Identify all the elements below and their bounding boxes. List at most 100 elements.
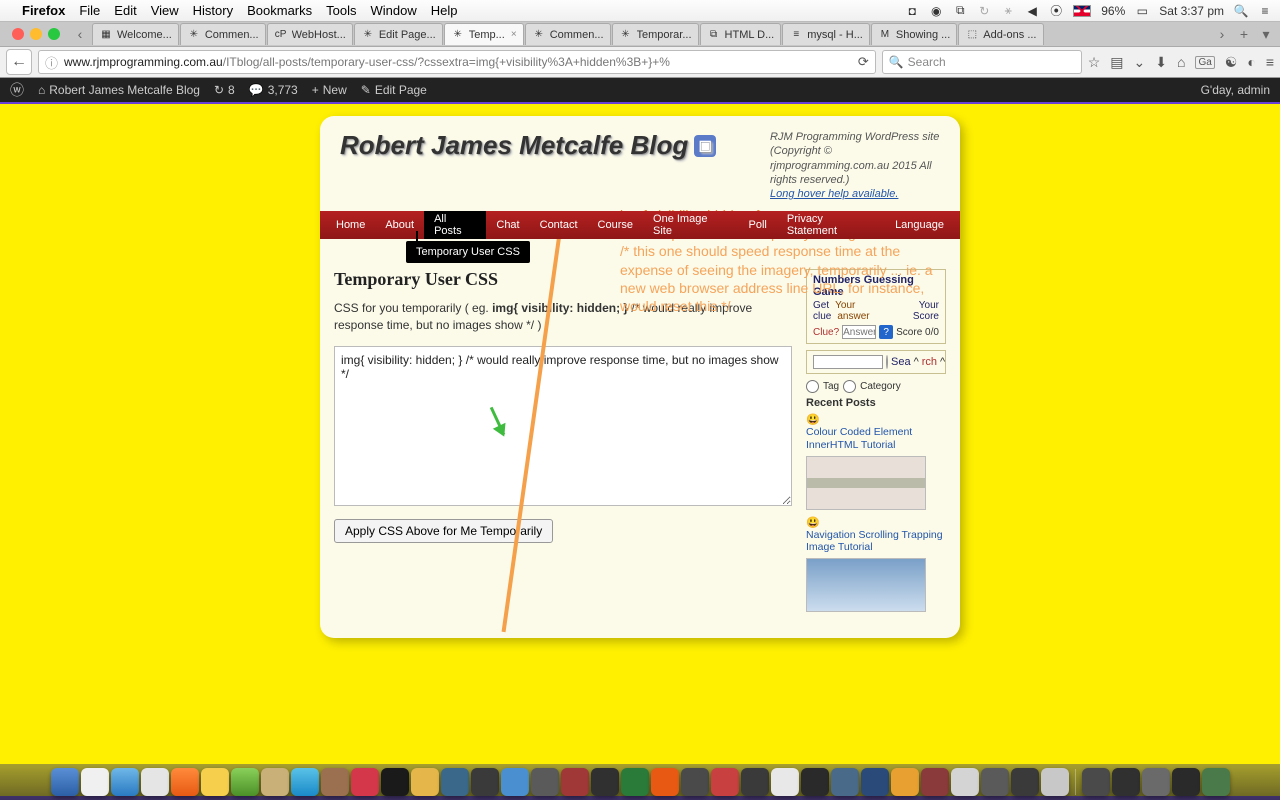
dock-app-icon[interactable] <box>441 768 469 796</box>
dock-app-icon[interactable] <box>801 768 829 796</box>
zoom-window-button[interactable] <box>48 28 60 40</box>
dock-app-icon[interactable] <box>561 768 589 796</box>
menu-edit[interactable]: Edit <box>114 3 136 18</box>
nav-item[interactable]: Home <box>326 211 375 239</box>
dock-app-icon[interactable] <box>171 768 199 796</box>
back-button[interactable]: ← <box>6 49 32 75</box>
tabs-scroll-right[interactable]: › <box>1212 24 1232 44</box>
status-icon[interactable]: ◘ <box>905 4 919 18</box>
dock-app-icon[interactable] <box>681 768 709 796</box>
dock-app-icon[interactable] <box>411 768 439 796</box>
dock-app-icon[interactable] <box>1011 768 1039 796</box>
post-thumbnail[interactable] <box>806 456 926 510</box>
nav-item[interactable]: Course <box>588 211 643 239</box>
all-tabs-button[interactable]: ▾ <box>1256 24 1276 44</box>
dock-app-icon[interactable] <box>231 768 259 796</box>
search-bar[interactable]: 🔍 Search <box>882 50 1082 74</box>
dock-app-icon[interactable] <box>651 768 679 796</box>
hover-help-link[interactable]: Long hover help available. <box>770 188 898 200</box>
dock-app-icon[interactable] <box>351 768 379 796</box>
volume-icon[interactable]: ◀ <box>1025 4 1039 18</box>
wp-comments[interactable]: 💬3,773 <box>249 83 298 97</box>
dock-app-icon[interactable] <box>111 768 139 796</box>
browser-tab[interactable]: ▦Welcome... <box>92 23 179 45</box>
dock-app-icon[interactable] <box>591 768 619 796</box>
menu-window[interactable]: Window <box>371 3 417 18</box>
dock-app-icon[interactable] <box>51 768 79 796</box>
dock-folder-icon[interactable] <box>1082 768 1110 796</box>
dock-folder-icon[interactable] <box>1112 768 1140 796</box>
site-info-icon[interactable]: ⓘ <box>45 53 58 72</box>
browser-tab[interactable]: ✳Temp...× <box>444 23 524 45</box>
wp-edit[interactable]: ✎Edit Page <box>361 83 427 97</box>
home-icon[interactable]: ⌂ <box>1177 54 1185 70</box>
dock-app-icon[interactable] <box>201 768 229 796</box>
dock-app-icon[interactable] <box>261 768 289 796</box>
menu-history[interactable]: History <box>193 3 233 18</box>
search-go-button[interactable] <box>886 355 888 369</box>
nav-item[interactable]: All Posts <box>424 211 486 239</box>
radio-category[interactable] <box>843 380 856 393</box>
radio-tag[interactable] <box>806 380 819 393</box>
dock-app-icon[interactable] <box>291 768 319 796</box>
wifi-icon[interactable]: ⦿ <box>1049 4 1063 18</box>
dock-app-icon[interactable] <box>1041 768 1069 796</box>
timemachine-icon[interactable]: ↻ <box>977 4 991 18</box>
url-bar[interactable]: ⓘ www.rjmprogramming.com.au/ITblog/all-p… <box>38 50 876 74</box>
nav-item[interactable]: Contact <box>530 211 588 239</box>
dock-app-icon[interactable] <box>81 768 109 796</box>
nav-item[interactable]: Poll <box>739 211 777 239</box>
close-tab-icon[interactable]: × <box>511 29 517 40</box>
dock-app-icon[interactable] <box>921 768 949 796</box>
wp-logo-icon[interactable]: ⓦ <box>10 80 24 100</box>
dock-app-icon[interactable] <box>501 768 529 796</box>
sidebar-search-input[interactable] <box>813 355 883 369</box>
browser-tab[interactable]: ≡mysql - H... <box>782 23 870 45</box>
dock-app-icon[interactable] <box>771 768 799 796</box>
flag-icon[interactable] <box>1073 5 1091 17</box>
css-textarea[interactable] <box>334 346 792 506</box>
browser-tab[interactable]: cPWebHost... <box>267 23 353 45</box>
clock[interactable]: Sat 3:37 pm <box>1159 4 1224 18</box>
dock-app-icon[interactable] <box>321 768 349 796</box>
translate-button[interactable]: Ga <box>1195 56 1214 69</box>
answer-input[interactable] <box>842 325 876 339</box>
bookmark-star-icon[interactable]: ☆ <box>1088 54 1101 71</box>
dock-app-icon[interactable] <box>621 768 649 796</box>
dock-app-icon[interactable] <box>531 768 559 796</box>
dock-app-icon[interactable] <box>981 768 1009 796</box>
new-tab-button[interactable]: + <box>1234 24 1254 44</box>
dock-app-icon[interactable] <box>831 768 859 796</box>
menu-view[interactable]: View <box>151 3 179 18</box>
dock-folder-icon[interactable] <box>1142 768 1170 796</box>
wp-greeting[interactable]: G'day, admin <box>1201 83 1270 97</box>
dock-app-icon[interactable] <box>381 768 409 796</box>
post-thumbnail[interactable] <box>806 558 926 612</box>
nav-item[interactable]: Language <box>885 211 954 239</box>
browser-tab[interactable]: ✳Edit Page... <box>354 23 443 45</box>
downloads-icon[interactable]: ⬇ <box>1155 54 1167 71</box>
nav-item[interactable]: One Image Site <box>643 211 739 239</box>
recent-post-link[interactable]: Navigation Scrolling Trapping Image Tuto… <box>806 529 946 554</box>
close-window-button[interactable] <box>12 28 24 40</box>
dock-app-icon[interactable] <box>861 768 889 796</box>
dock-folder-icon[interactable] <box>1172 768 1200 796</box>
hamburger-menu-icon[interactable]: ≡ <box>1266 54 1274 70</box>
status-icon[interactable]: ◉ <box>929 4 943 18</box>
browser-tab[interactable]: ✳Commen... <box>525 23 611 45</box>
recent-post-link[interactable]: Colour Coded Element InnerHTML Tutorial <box>806 426 946 451</box>
wp-new[interactable]: +New <box>312 83 347 97</box>
minimise-window-button[interactable] <box>30 28 42 40</box>
blog-title[interactable]: Robert James Metcalfe Blog ▣ <box>340 130 716 161</box>
dock-trash-icon[interactable] <box>1202 768 1230 796</box>
menu-file[interactable]: File <box>79 3 100 18</box>
menu-bookmarks[interactable]: Bookmarks <box>247 3 312 18</box>
app-name[interactable]: Firefox <box>22 3 65 18</box>
menu-help[interactable]: Help <box>431 3 458 18</box>
pocket-icon[interactable]: ⌄ <box>1134 54 1146 71</box>
browser-tab[interactable]: ⧉HTML D... <box>700 23 782 45</box>
nav-item[interactable]: Privacy Statement <box>777 211 885 239</box>
dock-app-icon[interactable] <box>471 768 499 796</box>
wp-updates[interactable]: ↻8 <box>214 83 235 97</box>
reader-icon[interactable]: ▤ <box>1110 54 1123 71</box>
